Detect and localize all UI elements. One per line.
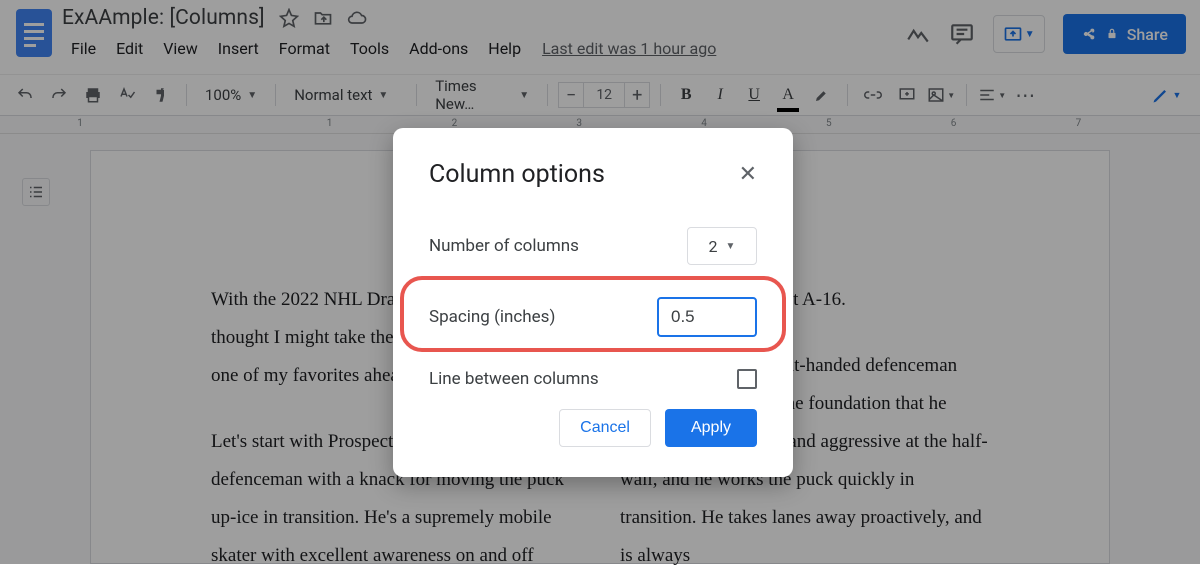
- chevron-down-icon: ▼: [726, 241, 736, 252]
- num-columns-label: Number of columns: [429, 236, 579, 256]
- spacing-label: Spacing (inches): [429, 307, 555, 327]
- dialog-title: Column options: [429, 160, 605, 189]
- column-options-dialog: Column options ✕ Number of columns 2 ▼ S…: [393, 128, 793, 477]
- num-columns-select[interactable]: 2 ▼: [687, 227, 757, 265]
- line-between-label: Line between columns: [429, 369, 599, 389]
- cancel-button[interactable]: Cancel: [559, 409, 651, 447]
- spacing-input[interactable]: [657, 297, 757, 337]
- apply-button[interactable]: Apply: [665, 409, 757, 447]
- line-between-checkbox[interactable]: [737, 369, 757, 389]
- close-icon[interactable]: ✕: [739, 162, 757, 187]
